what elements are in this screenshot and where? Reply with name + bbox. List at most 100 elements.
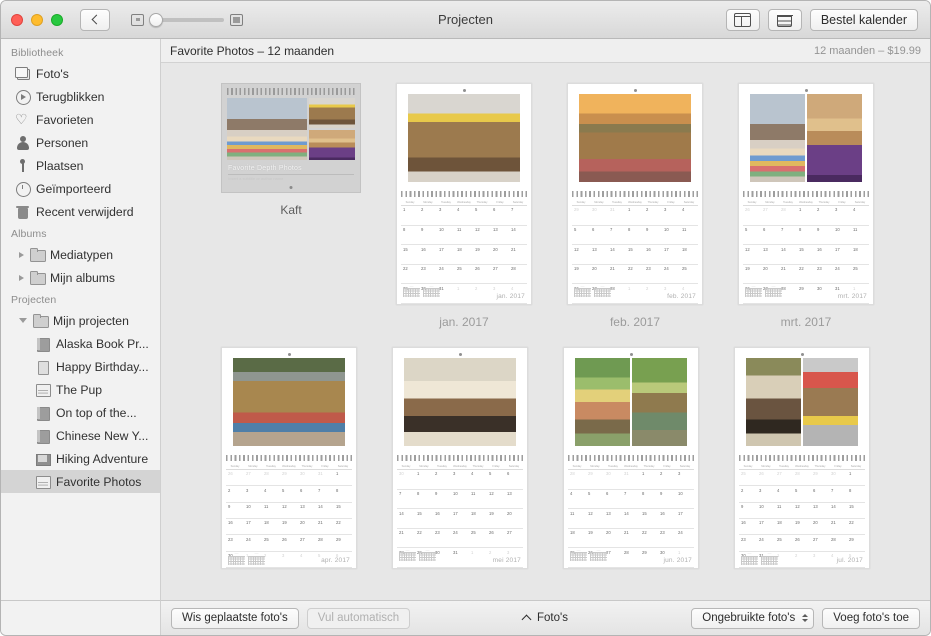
- photo-filter-popup[interactable]: Ongebruikte foto's: [691, 607, 815, 629]
- sidebar-item-label: Favorieten: [36, 112, 94, 127]
- calendar-day-cell: 12: [795, 504, 800, 510]
- calendar-page[interactable]: Sunday Monday Tuesday Wednesday Thursday Frid…: [734, 347, 870, 569]
- sidebar-item-favorite-photos[interactable]: Favorite Photos: [1, 470, 160, 493]
- calendar-page[interactable]: Sunday Monday Tuesday Wednesday Thursday Frid…: [563, 347, 699, 569]
- add-photos-button[interactable]: Voeg foto's toe: [822, 607, 920, 629]
- page-photo[interactable]: [233, 358, 345, 446]
- zoom-in-icon[interactable]: [230, 13, 243, 26]
- sidebar-item-the-pup[interactable]: The Pup: [1, 378, 160, 401]
- calendar-page-cell[interactable]: Sunday Monday Tuesday Wednesday Thursday Frid…: [221, 347, 357, 579]
- cover-photo-secondary[interactable]: [308, 98, 355, 128]
- page-photo-area[interactable]: [746, 358, 858, 446]
- sidebar-item-hiking-adventure[interactable]: Hiking Adventure: [1, 447, 160, 470]
- page-photo[interactable]: [807, 94, 862, 182]
- calendar-page[interactable]: Sunday Monday Tuesday Wednesday Thursday Frid…: [221, 347, 357, 569]
- sidebar-item-geimporteerd[interactable]: Geïmporteerd: [1, 177, 160, 200]
- settings-button[interactable]: [767, 8, 802, 31]
- chevron-down-icon[interactable]: [19, 318, 27, 323]
- sidebar-item-chinese-new-year[interactable]: Chinese New Y...: [1, 424, 160, 447]
- page-photo[interactable]: [746, 358, 801, 446]
- page-photo-area[interactable]: [408, 94, 520, 182]
- mini-calendar: ——: [403, 286, 420, 298]
- calendar-day-cell: 6: [300, 487, 303, 493]
- sidebar-item-fotos[interactable]: Foto's: [1, 62, 160, 85]
- page-photo[interactable]: [632, 358, 687, 446]
- page-photo[interactable]: [579, 94, 691, 182]
- weekday-label: Thursday: [818, 201, 830, 204]
- sidebar-item-mijn-projecten[interactable]: Mijn projecten: [1, 309, 160, 332]
- cover-photo-area[interactable]: [227, 98, 355, 160]
- cover-cell[interactable]: Favorite Depth Photos Insert a subtitle o…: [221, 83, 361, 217]
- page-photo-area[interactable]: [404, 358, 516, 446]
- zoom-slider[interactable]: [149, 12, 224, 27]
- calendar-page-cell[interactable]: Sunday Monday Tuesday Wednesday Thursday Frid…: [734, 347, 870, 579]
- calendar-week-row: 16 17 18 19 20 21 22: [739, 519, 865, 536]
- calendar-page[interactable]: Sunday Monday Tuesday Wednesday Thursday Frid…: [567, 83, 703, 305]
- page-photo-area[interactable]: [750, 94, 862, 182]
- calendar-page[interactable]: Sunday Monday Tuesday Wednesday Thursday Frid…: [396, 83, 532, 305]
- sidebar-item-recent-verwijderd[interactable]: Recent verwijderd: [1, 200, 160, 223]
- sidebar-item-personen[interactable]: Personen: [1, 131, 160, 154]
- cover-text-block[interactable]: Favorite Depth Photos Insert a subtitle o…: [227, 165, 355, 181]
- sidebar-item-plaatsen[interactable]: Plaatsen: [1, 154, 160, 177]
- page-photo[interactable]: [408, 94, 520, 182]
- autofill-button[interactable]: Vul automatisch: [306, 607, 411, 629]
- calendar-day-cell: 23: [660, 530, 665, 536]
- sidebar-item-alaska-book[interactable]: Alaska Book Pr...: [1, 332, 160, 355]
- page-photo-area[interactable]: [575, 358, 687, 446]
- chevron-right-icon[interactable]: [19, 251, 24, 258]
- sidebar-item-terugblikken[interactable]: Terugblikken: [1, 85, 160, 108]
- order-calendar-button[interactable]: Bestel kalender: [809, 8, 918, 31]
- calendar-day-cell: 29: [642, 549, 647, 555]
- weekday-label: Thursday: [643, 465, 655, 468]
- calendar-day-cell: 4: [853, 207, 856, 213]
- calendar-day-cell: 21: [318, 520, 323, 526]
- calendar-page-cell[interactable]: Sunday Monday Tuesday Wednesday Thursday Frid…: [392, 347, 528, 579]
- minimize-button[interactable]: [31, 13, 43, 26]
- toolbar-right: Bestel kalender: [725, 8, 930, 31]
- mini-calendar: ——: [419, 550, 436, 562]
- calendar-day-cell: 13: [507, 490, 512, 496]
- sidebar-item-happy-birthday[interactable]: Happy Birthday...: [1, 355, 160, 378]
- cover-photo-tertiary[interactable]: [308, 130, 355, 160]
- cover-page[interactable]: Favorite Depth Photos Insert a subtitle o…: [221, 83, 361, 193]
- calendar-page-cell[interactable]: Sunday Monday Tuesday Wednesday Thursday Frid…: [563, 347, 699, 579]
- calendar-page-cell[interactable]: Sunday Monday Tuesday Wednesday Thursday Frid…: [738, 83, 874, 329]
- calendar-day-cell: 26: [475, 266, 480, 272]
- sidebar-item-mijn-albums[interactable]: Mijn albums: [1, 266, 160, 289]
- sidebar-item-label: Hiking Adventure: [56, 451, 149, 466]
- sidebar-item-mediatypen[interactable]: Mediatypen: [1, 243, 160, 266]
- sidebar-item-on-top-of-the[interactable]: On top of the...: [1, 401, 160, 424]
- calendar-page[interactable]: Sunday Monday Tuesday Wednesday Thursday Frid…: [392, 347, 528, 569]
- page-photo-area[interactable]: [579, 94, 691, 182]
- page-photo[interactable]: [404, 358, 516, 446]
- layout-button[interactable]: [725, 8, 760, 31]
- folder-icon: [29, 270, 46, 285]
- clear-placed-photos-button[interactable]: Wis geplaatste foto's: [171, 607, 299, 629]
- cover-title[interactable]: Favorite Depth Photos: [228, 165, 354, 172]
- page-photo[interactable]: [575, 358, 630, 446]
- calendar-page[interactable]: Sunday Monday Tuesday Wednesday Thursday Frid…: [738, 83, 874, 305]
- calendar-page-cell[interactable]: Sunday Monday Tuesday Wednesday Thursday Frid…: [396, 83, 532, 329]
- zoom-slider-group[interactable]: [131, 12, 243, 27]
- weekday-label: Friday: [321, 465, 329, 468]
- weekday-label: Wednesday: [795, 465, 809, 468]
- chevron-right-icon[interactable]: [19, 274, 24, 281]
- cover-subtitle[interactable]: Insert a subtitle or author name: [228, 176, 354, 181]
- calendar-day-cell: 23: [435, 530, 440, 536]
- page-photo-area[interactable]: [233, 358, 345, 446]
- mini-calendar: ——: [574, 286, 591, 298]
- page-photo[interactable]: [803, 358, 858, 446]
- calendar-page-cell[interactable]: Sunday Monday Tuesday Wednesday Thursday Frid…: [567, 83, 703, 329]
- cover-photo-main[interactable]: [227, 98, 307, 160]
- page-photo[interactable]: [750, 94, 805, 182]
- zoom-slider-knob[interactable]: [149, 12, 163, 27]
- sidebar-item-favorieten[interactable]: ♡ Favorieten: [1, 108, 160, 131]
- maximize-button[interactable]: [51, 13, 63, 26]
- bottom-toolbar: Wis geplaatste foto's Vul automatisch Fo…: [161, 600, 930, 635]
- close-button[interactable]: [11, 13, 23, 26]
- zoom-out-icon[interactable]: [131, 13, 144, 26]
- calendar-day-cell: 5: [588, 490, 591, 496]
- calendar-day-cell: 8: [403, 226, 406, 232]
- back-button[interactable]: [80, 8, 110, 31]
